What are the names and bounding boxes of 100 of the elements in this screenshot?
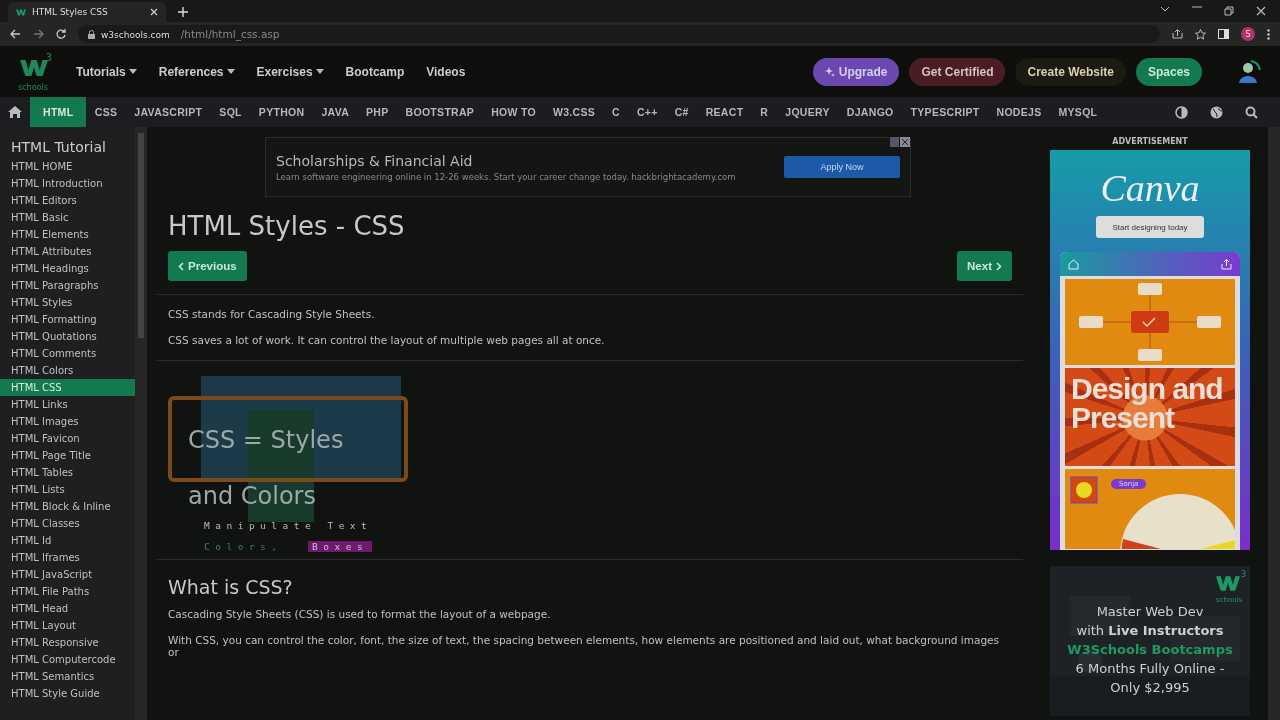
sidebar-item[interactable]: HTML Classes	[0, 515, 135, 532]
sidebar-item[interactable]: HTML Paragraphs	[0, 277, 135, 294]
sidebar-item[interactable]: HTML Block & Inline	[0, 498, 135, 515]
subject-tab[interactable]: DJANGO	[838, 97, 903, 127]
sidebar-item[interactable]: HTML Colors	[0, 362, 135, 379]
restore-icon[interactable]	[1224, 6, 1234, 16]
sidebar-item[interactable]: HTML CSS	[0, 379, 135, 396]
sidebar-item[interactable]: HTML Elements	[0, 226, 135, 243]
certified-button[interactable]: Get Certified	[909, 57, 1006, 86]
subject-tab[interactable]: C#	[666, 97, 698, 127]
sidebar-item[interactable]: HTML File Paths	[0, 583, 135, 600]
address-field[interactable]: w3schools.com /html/html_css.asp	[78, 25, 1160, 43]
ad-text: Only $2,995	[1109, 679, 1191, 697]
sidebar-title: HTML Tutorial	[10, 138, 107, 157]
scrollbar[interactable]	[135, 127, 147, 720]
upgrade-button[interactable]: Upgrade	[812, 57, 900, 86]
nav-menu-item[interactable]: Bootcamp	[345, 64, 405, 79]
next-button[interactable]: Next	[957, 251, 1012, 281]
subject-tab[interactable]: PYTHON	[250, 97, 313, 127]
sidebar-item[interactable]: HTML Semantics	[0, 668, 135, 685]
sidebar-item[interactable]: HTML Images	[0, 413, 135, 430]
sidebar-item[interactable]: HTML Headings	[0, 260, 135, 277]
close-icon[interactable]	[1256, 6, 1266, 16]
nav-menu-item[interactable]: Exercises	[256, 64, 324, 79]
subject-tab[interactable]: W3.CSS	[544, 97, 604, 127]
nav-menu-item[interactable]: Videos	[426, 64, 466, 79]
subject-tab[interactable]: R	[751, 97, 777, 127]
sidebar-item[interactable]: HTML Head	[0, 600, 135, 617]
start-designing-button[interactable]: Start designing today	[1096, 216, 1204, 238]
back-icon[interactable]	[10, 29, 21, 39]
promo-headline: Design and Present	[1070, 371, 1224, 432]
contrast-icon[interactable]	[1175, 105, 1188, 119]
sidebar-item[interactable]: HTML Iframes	[0, 549, 135, 566]
browser-tab[interactable]: HTML Styles CSS	[8, 2, 166, 22]
sidebar-item[interactable]: HTML Links	[0, 396, 135, 413]
sidebar-item[interactable]: HTML Favicon	[0, 430, 135, 447]
close-icon[interactable]	[150, 8, 158, 16]
sidebar-item[interactable]: HTML HOME	[0, 158, 135, 175]
subject-tab[interactable]: C	[603, 97, 629, 127]
profile-avatar[interactable]: S	[1241, 27, 1255, 41]
menu-icon[interactable]	[1267, 28, 1270, 40]
subject-tab[interactable]: C++	[628, 97, 667, 127]
hero-text: Manipulate Text	[204, 520, 373, 531]
new-tab-icon[interactable]	[178, 7, 188, 17]
subject-tab[interactable]: JAVASCRIPT	[125, 97, 211, 127]
ad-title: Scholarships & Financial Aid	[276, 152, 474, 169]
subject-tab[interactable]: NODEJS	[988, 97, 1050, 127]
ad-text: Master Web Dev	[1095, 603, 1205, 621]
sidebar-item[interactable]: HTML Id	[0, 532, 135, 549]
previous-button[interactable]: Previous	[168, 251, 247, 281]
globe-icon[interactable]	[1210, 105, 1223, 119]
reload-icon[interactable]	[56, 29, 66, 39]
chevron-icon[interactable]	[1160, 6, 1170, 12]
subject-tab[interactable]: JAVA	[312, 97, 358, 127]
nav-menu-item[interactable]: Tutorials	[76, 64, 137, 79]
sidebar-item[interactable]: HTML Layout	[0, 617, 135, 634]
subject-tab[interactable]: HTML	[30, 97, 87, 127]
hero-heading: and Colors	[188, 482, 316, 510]
sidebar-item[interactable]: HTML Comments	[0, 345, 135, 362]
sidebar-item[interactable]: HTML Style Guide	[0, 685, 135, 702]
ad-text: W3Schools Bootcamps	[1066, 641, 1234, 659]
ad-banner[interactable]: Scholarships & Financial Aid Learn software engineering online in 12-26 weeks. Start your career change today. hackbrightacademy.com Apply Now	[265, 137, 911, 197]
sidebar-item[interactable]: HTML Page Title	[0, 447, 135, 464]
forward-icon[interactable]	[33, 29, 44, 39]
apply-button[interactable]: Apply Now	[784, 156, 900, 178]
user-icon[interactable]	[1236, 58, 1262, 85]
star-icon[interactable]	[1195, 28, 1206, 40]
home-icon[interactable]	[8, 106, 22, 118]
sidebar-item[interactable]: HTML Introduction	[0, 175, 135, 192]
subject-tab[interactable]: PHP	[357, 97, 398, 127]
subject-tab[interactable]: HOW TO	[482, 97, 545, 127]
sidebar-item[interactable]: HTML Tables	[0, 464, 135, 481]
side-panel-icon[interactable]	[1218, 29, 1229, 39]
subject-tab[interactable]: REACT	[697, 97, 752, 127]
sidebar-item[interactable]: HTML JavaScript	[0, 566, 135, 583]
sidebar-item[interactable]: HTML Responsive	[0, 634, 135, 651]
subject-tab[interactable]: TYPESCRIPT	[902, 97, 988, 127]
subject-tab[interactable]: SQL	[210, 97, 251, 127]
sidebar-item[interactable]: HTML Basic	[0, 209, 135, 226]
subject-tab[interactable]: MYSQL	[1050, 97, 1106, 127]
sidebar-item[interactable]: HTML Formatting	[0, 311, 135, 328]
spaces-button[interactable]: Spaces	[1135, 57, 1202, 86]
nav-menu-item[interactable]: References	[158, 64, 235, 79]
sidebar-item[interactable]: HTML Styles	[0, 294, 135, 311]
section-title: What is CSS?	[168, 576, 294, 598]
subject-tab[interactable]: BOOTSTRAP	[397, 97, 483, 127]
hero-label: Boxes	[308, 541, 373, 552]
subject-tab[interactable]: CSS	[86, 97, 126, 127]
sidebar-item[interactable]: HTML Computercode	[0, 651, 135, 668]
ad-close-icon[interactable]	[890, 137, 910, 147]
sparkle-icon	[824, 66, 835, 77]
sidebar-item[interactable]: HTML Editors	[0, 192, 135, 209]
sidebar-item[interactable]: HTML Attributes	[0, 243, 135, 260]
sidebar-item[interactable]: HTML Lists	[0, 481, 135, 498]
search-icon[interactable]	[1245, 105, 1258, 119]
share-icon[interactable]	[1172, 29, 1183, 39]
subject-tab[interactable]: JQUERY	[776, 97, 839, 127]
site-logo[interactable]: 3 schools	[18, 51, 52, 92]
create-button[interactable]: Create Website	[1015, 57, 1126, 86]
sidebar-item[interactable]: HTML Quotations	[0, 328, 135, 345]
